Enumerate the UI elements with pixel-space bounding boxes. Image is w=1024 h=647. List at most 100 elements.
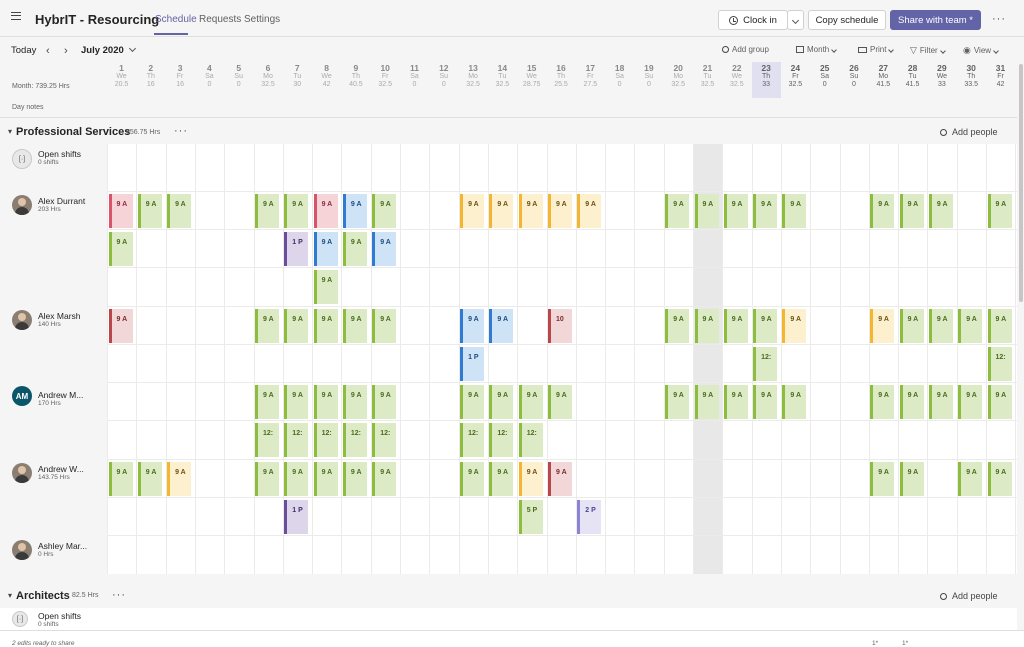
shift-card[interactable]: 9 A xyxy=(870,309,895,343)
day-header-11[interactable]: 11 Sa 0 xyxy=(400,62,429,98)
shift-card[interactable]: 9 A xyxy=(489,462,514,496)
shift-card[interactable]: 2 P xyxy=(577,500,602,534)
shift-card[interactable]: 9 A xyxy=(460,194,485,228)
shift-card[interactable]: 9 A xyxy=(577,194,602,228)
next-month-icon[interactable]: › xyxy=(64,45,68,57)
shift-card[interactable]: 9 A xyxy=(167,194,192,228)
shift-card[interactable]: 9 A xyxy=(372,232,397,266)
shift-card[interactable]: 9 A xyxy=(460,385,485,419)
member-andrew-m[interactable]: AM Andrew M... 170 Hrs xyxy=(0,383,107,459)
day-header-12[interactable]: 12 Su 0 xyxy=(429,62,458,98)
shift-card[interactable]: 9 A xyxy=(342,232,367,266)
day-header-20[interactable]: 20 Mo 32.5 xyxy=(664,62,693,98)
shift-card[interactable]: 9 A xyxy=(167,462,192,496)
shift-card[interactable]: 9 A xyxy=(928,194,953,228)
shift-card[interactable]: 9 A xyxy=(753,309,778,343)
shift-card[interactable]: 9 A xyxy=(284,385,309,419)
shift-card[interactable]: 9 A xyxy=(870,462,895,496)
shift-card[interactable]: 9 A xyxy=(665,309,690,343)
shift-card[interactable]: 9 A xyxy=(313,462,338,496)
shift-card[interactable]: 9 A xyxy=(958,462,983,496)
shift-card[interactable]: 9 A xyxy=(284,194,309,228)
shift-card[interactable]: 1 P xyxy=(460,347,485,381)
scrollbar-thumb[interactable] xyxy=(1019,64,1023,302)
member-alex-durrant[interactable]: Alex Durrant 203 Hrs xyxy=(0,192,107,306)
shift-card[interactable]: 5 P xyxy=(518,500,543,534)
more-options-icon[interactable]: ··· xyxy=(992,13,1006,25)
member-ashley-mar[interactable]: Ashley Mar... 0 Hrs xyxy=(0,536,107,574)
open-shifts-row[interactable]: [·] Open shifts 0 shifts xyxy=(0,608,1017,630)
add-people-button[interactable]: Add people xyxy=(940,127,998,137)
shift-card[interactable]: 12: xyxy=(460,423,485,457)
shift-card[interactable]: 9 A xyxy=(958,385,983,419)
shift-card[interactable]: 9 A xyxy=(255,462,279,496)
shift-card[interactable]: 9 A xyxy=(899,385,924,419)
shift-card[interactable]: 9 A xyxy=(137,462,162,496)
day-header-24[interactable]: 24 Fr 32.5 xyxy=(781,62,810,98)
member-alex-marsh[interactable]: Alex Marsh 140 Hrs xyxy=(0,307,107,382)
day-header-22[interactable]: 22 We 32.5 xyxy=(722,62,751,98)
day-header-5[interactable]: 5 Su 0 xyxy=(224,62,253,98)
shift-card[interactable]: 9 A xyxy=(372,385,397,419)
shift-card[interactable]: 9 A xyxy=(313,270,338,304)
shift-card[interactable]: 12: xyxy=(284,423,309,457)
group-name[interactable]: Architects xyxy=(16,590,70,602)
shift-card[interactable]: 12: xyxy=(987,347,1012,381)
shift-card[interactable]: 9 A xyxy=(548,462,572,496)
day-header-26[interactable]: 26 Su 0 xyxy=(840,62,869,98)
member-andrew-w[interactable]: Andrew W... 143.75 Hrs xyxy=(0,460,107,535)
day-header-21[interactable]: 21 Tu 32.5 xyxy=(693,62,722,98)
shift-card[interactable]: 9 A xyxy=(489,385,514,419)
previous-month-icon[interactable]: ‹ xyxy=(46,45,50,57)
shift-card[interactable]: 9 A xyxy=(782,385,807,419)
shift-card[interactable]: 9 A xyxy=(958,309,983,343)
group-more-icon[interactable]: ··· xyxy=(112,589,126,601)
open-shifts-row[interactable]: [·] Open shifts 0 shifts xyxy=(0,144,107,191)
day-header-10[interactable]: 10 Fr 32.5 xyxy=(371,62,400,98)
shift-card[interactable]: 9 A xyxy=(342,385,367,419)
shift-card[interactable]: 9 A xyxy=(137,194,162,228)
shift-card[interactable]: 9 A xyxy=(255,385,279,419)
shift-card[interactable]: 9 A xyxy=(753,194,778,228)
shift-card[interactable]: 9 A xyxy=(342,462,367,496)
shift-card[interactable]: 9 A xyxy=(489,309,514,343)
tab-schedule[interactable]: Schedule xyxy=(155,14,197,25)
shift-card[interactable]: 9 A xyxy=(284,309,309,343)
shift-card[interactable]: 9 A xyxy=(255,194,279,228)
today-button[interactable]: Today xyxy=(11,45,36,56)
shift-card[interactable]: 9 A xyxy=(694,309,719,343)
shift-card[interactable]: 9 A xyxy=(313,194,338,228)
shift-card[interactable]: 9 A xyxy=(548,194,572,228)
shift-card[interactable]: 9 A xyxy=(723,385,748,419)
day-header-14[interactable]: 14 Tu 32.5 xyxy=(488,62,517,98)
shift-card[interactable]: 9 A xyxy=(987,309,1012,343)
filter-button[interactable]: ▽ Filter xyxy=(910,45,946,56)
copy-schedule-button[interactable]: Copy schedule xyxy=(808,10,886,30)
shift-card[interactable]: 9 A xyxy=(723,309,748,343)
group-more-icon[interactable]: ··· xyxy=(174,125,188,137)
shift-card[interactable]: 9 A xyxy=(870,385,895,419)
day-header-4[interactable]: 4 Sa 0 xyxy=(195,62,224,98)
shift-card[interactable]: 9 A xyxy=(870,194,895,228)
shift-card[interactable]: 12: xyxy=(313,423,338,457)
tab-requests[interactable]: Requests xyxy=(199,14,241,25)
shift-card[interactable]: 9 A xyxy=(372,194,397,228)
shift-card[interactable]: 1 P xyxy=(284,500,309,534)
day-header-16[interactable]: 16 Th 25.5 xyxy=(547,62,576,98)
shift-card[interactable]: 9 A xyxy=(899,462,924,496)
group-collapse-icon[interactable]: ▾ xyxy=(8,591,12,600)
hamburger-menu-icon[interactable] xyxy=(11,12,21,20)
shift-card[interactable]: 9 A xyxy=(694,385,719,419)
day-header-2[interactable]: 2 Th 16 xyxy=(136,62,165,98)
day-header-27[interactable]: 27 Mo 41.5 xyxy=(869,62,898,98)
shift-card[interactable]: 9 A xyxy=(899,194,924,228)
shift-card[interactable]: 12: xyxy=(372,423,397,457)
day-header-28[interactable]: 28 Tu 41.5 xyxy=(898,62,927,98)
shift-card[interactable]: 9 A xyxy=(782,194,807,228)
shift-card[interactable]: 9 A xyxy=(987,385,1012,419)
shift-card[interactable]: 10 xyxy=(548,309,572,343)
group-name[interactable]: Professional Services xyxy=(16,126,130,138)
shift-card[interactable]: 9 A xyxy=(928,309,953,343)
month-picker[interactable]: July 2020 xyxy=(81,44,137,56)
shift-card[interactable]: 9 A xyxy=(313,309,338,343)
